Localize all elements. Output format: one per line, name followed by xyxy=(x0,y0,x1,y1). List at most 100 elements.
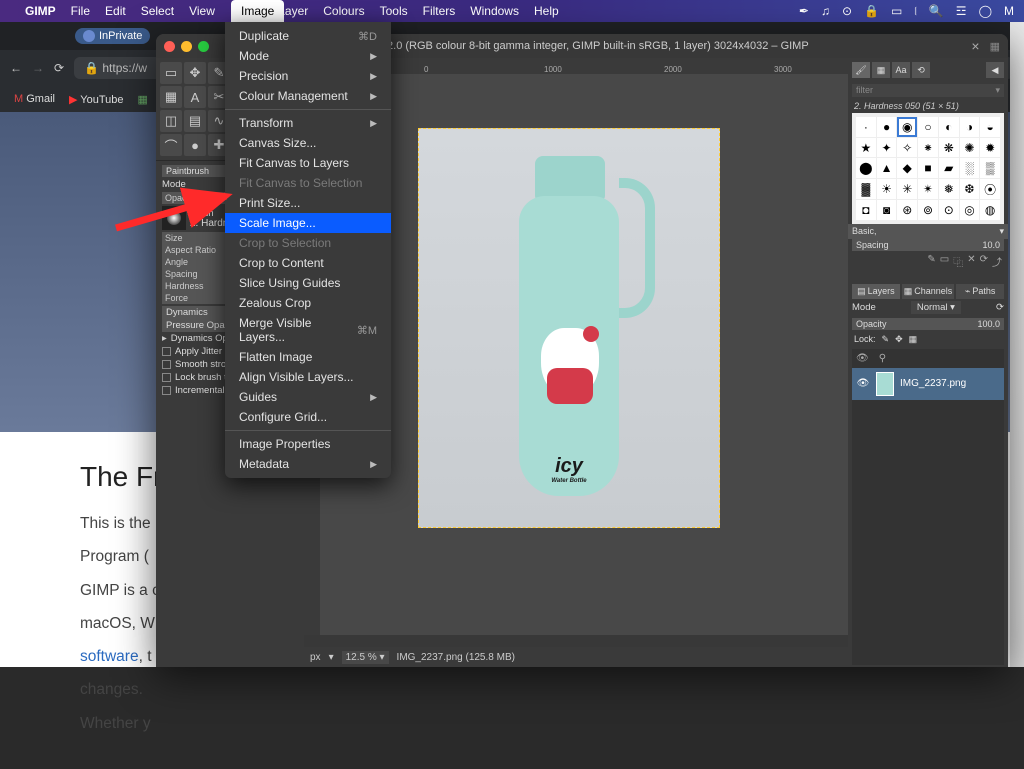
tab-overflow-icon[interactable]: ▦ xyxy=(990,40,1000,53)
brush-cell[interactable]: ✳ xyxy=(897,179,917,199)
brush-cell[interactable]: ⦿ xyxy=(980,179,1000,199)
layer-mode-reset-icon[interactable]: ⟳ xyxy=(996,302,1004,313)
back-icon[interactable]: ← xyxy=(10,61,22,75)
brush-cell[interactable]: ◘ xyxy=(856,200,876,220)
layer-name[interactable]: IMG_2237.png xyxy=(900,378,966,389)
menubar-select[interactable]: Select xyxy=(141,4,174,18)
bookmark-youtube[interactable]: ▶ YouTube xyxy=(69,93,124,106)
brush-cell[interactable]: ▓ xyxy=(856,179,876,199)
menu-item-guides[interactable]: Guides▶ xyxy=(225,387,391,407)
brush-thumbnail[interactable] xyxy=(162,206,186,230)
menu-item-print-size[interactable]: Print Size... xyxy=(225,193,391,213)
lock-icon[interactable]: 🔒 xyxy=(864,4,879,18)
menubar-help[interactable]: Help xyxy=(534,4,559,18)
brush-cell[interactable]: ■ xyxy=(918,158,938,178)
brush-cell[interactable]: ○ xyxy=(918,117,938,137)
layer-item[interactable]: 👁 IMG_2237.png xyxy=(852,368,1004,400)
webpage-link[interactable]: software xyxy=(80,648,139,665)
brush-cell[interactable]: · xyxy=(856,117,876,137)
menubar-view[interactable]: View xyxy=(189,4,215,18)
brush-dup-icon[interactable]: ⿻ xyxy=(953,254,963,269)
tool-11[interactable]: ▤ xyxy=(184,110,206,132)
brush-preset-select[interactable]: Basic, xyxy=(852,226,877,237)
menu-item-configure-grid[interactable]: Configure Grid... xyxy=(225,407,391,427)
menubar-colours[interactable]: Colours xyxy=(323,4,364,18)
brush-cell[interactable]: ☀ xyxy=(877,179,897,199)
menu-item-flatten-image[interactable]: Flatten Image xyxy=(225,347,391,367)
brush-cell[interactable]: ⊚ xyxy=(918,200,938,220)
tab-close-icon[interactable]: × xyxy=(967,38,983,54)
menubar-tools[interactable]: Tools xyxy=(380,4,408,18)
menu-item-mode[interactable]: Mode▶ xyxy=(225,46,391,66)
menu-item-zealous-crop[interactable]: Zealous Crop xyxy=(225,293,391,313)
music-icon[interactable]: ♫ xyxy=(821,4,830,18)
lock-position-icon[interactable]: ✥ xyxy=(895,334,903,345)
brush-cell[interactable]: ▰ xyxy=(939,158,959,178)
forward-icon[interactable]: → xyxy=(32,61,44,75)
bookmark-3[interactable]: ▦ xyxy=(138,93,148,106)
tool-5[interactable]: ▦ xyxy=(160,86,182,108)
search-icon[interactable]: 🔍 xyxy=(929,4,944,18)
brush-cell[interactable]: ⊛ xyxy=(897,200,917,220)
window-maximize-button[interactable] xyxy=(198,41,209,52)
brush-cell[interactable]: ❅ xyxy=(939,179,959,199)
paths-tab[interactable]: ⌁ Paths xyxy=(956,284,1004,299)
reload-icon[interactable]: ⟳ xyxy=(54,61,64,75)
brush-cell[interactable]: ▲ xyxy=(877,158,897,178)
brush-cell[interactable]: ◒ xyxy=(980,117,1000,137)
brush-cell[interactable]: ◆ xyxy=(897,158,917,178)
brush-cell[interactable]: ◉ xyxy=(897,117,917,137)
layers-tab[interactable]: ▤ Layers xyxy=(852,284,900,299)
zoom-select[interactable]: 12.5 % ▾ xyxy=(342,651,389,664)
brush-cell[interactable]: ⊙ xyxy=(939,200,959,220)
brush-cell[interactable]: ✦ xyxy=(877,138,897,158)
menu-item-precision[interactable]: Precision▶ xyxy=(225,66,391,86)
unit-select[interactable]: px xyxy=(310,652,321,663)
brush-cell[interactable]: ⬤ xyxy=(856,158,876,178)
control-center-icon[interactable]: ☲ xyxy=(956,4,967,18)
play-icon[interactable]: ⊙ xyxy=(842,4,852,18)
history-tab[interactable]: ⟲ xyxy=(912,62,930,78)
tool-6[interactable]: A xyxy=(184,86,206,108)
brush-cell[interactable]: ░ xyxy=(960,158,980,178)
brush-cell[interactable]: ◙ xyxy=(877,200,897,220)
menu-item-colour-management[interactable]: Colour Management▶ xyxy=(225,86,391,106)
menubar-edit[interactable]: Edit xyxy=(105,4,126,18)
brush-cell[interactable]: ❆ xyxy=(960,179,980,199)
tool-1[interactable]: ✥ xyxy=(184,62,206,84)
brush-cell[interactable]: ✹ xyxy=(980,138,1000,158)
layer-visibility-icon[interactable]: 👁 xyxy=(856,378,870,389)
brush-cell[interactable]: ★ xyxy=(856,138,876,158)
wifi-icon[interactable]: ⧙ xyxy=(914,4,917,19)
menu-item-canvas-size[interactable]: Canvas Size... xyxy=(225,133,391,153)
brush-cell[interactable]: ✺ xyxy=(960,138,980,158)
lock-alpha-icon[interactable]: ▦ xyxy=(909,334,918,345)
brush-cell[interactable]: ◍ xyxy=(980,200,1000,220)
brush-cell[interactable]: ▒ xyxy=(980,158,1000,178)
inprivate-badge[interactable]: InPrivate xyxy=(75,28,150,44)
user-icon[interactable]: ◯ xyxy=(979,4,992,18)
tool-15[interactable]: ⌒ xyxy=(160,134,182,156)
brush-cell[interactable]: ✧ xyxy=(897,138,917,158)
menu-item-slice-using-guides[interactable]: Slice Using Guides xyxy=(225,273,391,293)
menubar-windows[interactable]: Windows xyxy=(470,4,519,18)
patterns-tab[interactable]: ▦ xyxy=(872,62,890,78)
more-icon[interactable]: M xyxy=(1004,4,1014,18)
menu-item-align-visible-layers[interactable]: Align Visible Layers... xyxy=(225,367,391,387)
fonts-tab[interactable]: Aa xyxy=(892,62,910,78)
menu-item-scale-image[interactable]: Scale Image... xyxy=(225,213,391,233)
brush-refresh-icon[interactable]: ⟳ xyxy=(980,254,988,269)
feather-icon[interactable]: ✒︎ xyxy=(799,4,809,18)
canvas-viewport[interactable]: icyWater Bottle xyxy=(320,74,848,635)
menubar-file[interactable]: File xyxy=(71,4,90,18)
brush-del-icon[interactable]: ✕ xyxy=(967,254,975,269)
window-minimize-button[interactable] xyxy=(181,41,192,52)
menu-item-duplicate[interactable]: Duplicate⌘D xyxy=(225,26,391,46)
menu-item-metadata[interactable]: Metadata▶ xyxy=(225,454,391,474)
dock-menu-icon[interactable]: ◀ xyxy=(986,62,1004,78)
brush-cell[interactable]: ❋ xyxy=(939,138,959,158)
tool-10[interactable]: ◫ xyxy=(160,110,182,132)
menu-item-fit-canvas-to-layers[interactable]: Fit Canvas to Layers xyxy=(225,153,391,173)
menubar-image-open[interactable]: Image xyxy=(231,0,284,22)
menu-item-transform[interactable]: Transform▶ xyxy=(225,113,391,133)
